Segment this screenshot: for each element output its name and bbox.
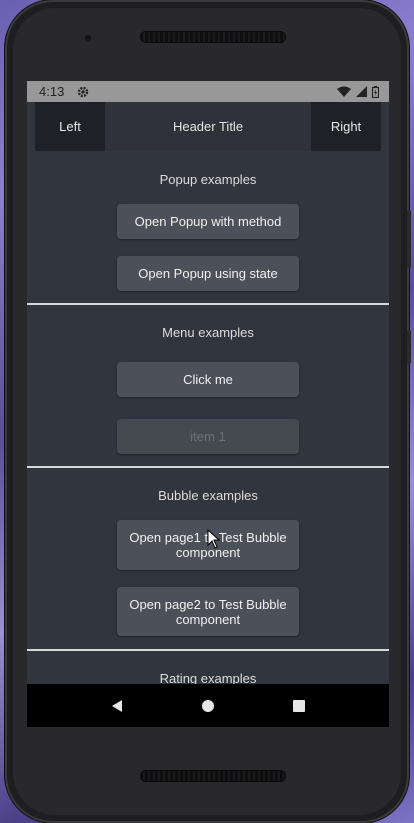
home-icon[interactable] — [188, 686, 228, 726]
signal-icon — [356, 86, 367, 97]
bubble-section-title: Bubble examples — [158, 488, 258, 503]
device-screen: 4:13 Left Header Title Right Popup examp… — [27, 81, 389, 727]
header-right-button[interactable]: Right — [311, 102, 381, 151]
bottom-speaker — [140, 770, 286, 782]
app-header: Left Header Title Right — [35, 102, 381, 151]
header-left-button[interactable]: Left — [35, 102, 105, 151]
open-popup-state-button[interactable]: Open Popup using state — [117, 256, 299, 291]
back-icon[interactable] — [97, 686, 137, 726]
section-divider — [27, 303, 389, 305]
header-title: Header Title — [172, 119, 244, 134]
volume-button[interactable] — [407, 210, 411, 268]
section-divider — [27, 466, 389, 468]
power-button[interactable] — [407, 330, 411, 364]
wifi-icon — [337, 86, 351, 97]
android-nav-bar — [27, 684, 389, 727]
menu-section-title: Menu examples — [162, 325, 254, 340]
menu-item-1[interactable]: item 1 — [117, 419, 299, 454]
open-popup-method-button[interactable]: Open Popup with method — [117, 204, 299, 239]
earpiece-speaker — [140, 31, 286, 43]
section-divider — [27, 649, 389, 651]
battery-icon — [372, 85, 379, 98]
status-time: 4:13 — [39, 84, 65, 99]
popup-section-title: Popup examples — [159, 172, 257, 187]
open-page2-bubble-button[interactable]: Open page2 to Test Bubble component — [117, 587, 299, 636]
mouse-cursor-icon — [207, 529, 221, 549]
status-bar: 4:13 — [27, 81, 389, 102]
menu-click-me-button[interactable]: Click me — [117, 362, 299, 397]
recents-icon[interactable] — [279, 686, 319, 726]
gear-icon — [77, 86, 89, 98]
front-camera — [83, 33, 93, 43]
